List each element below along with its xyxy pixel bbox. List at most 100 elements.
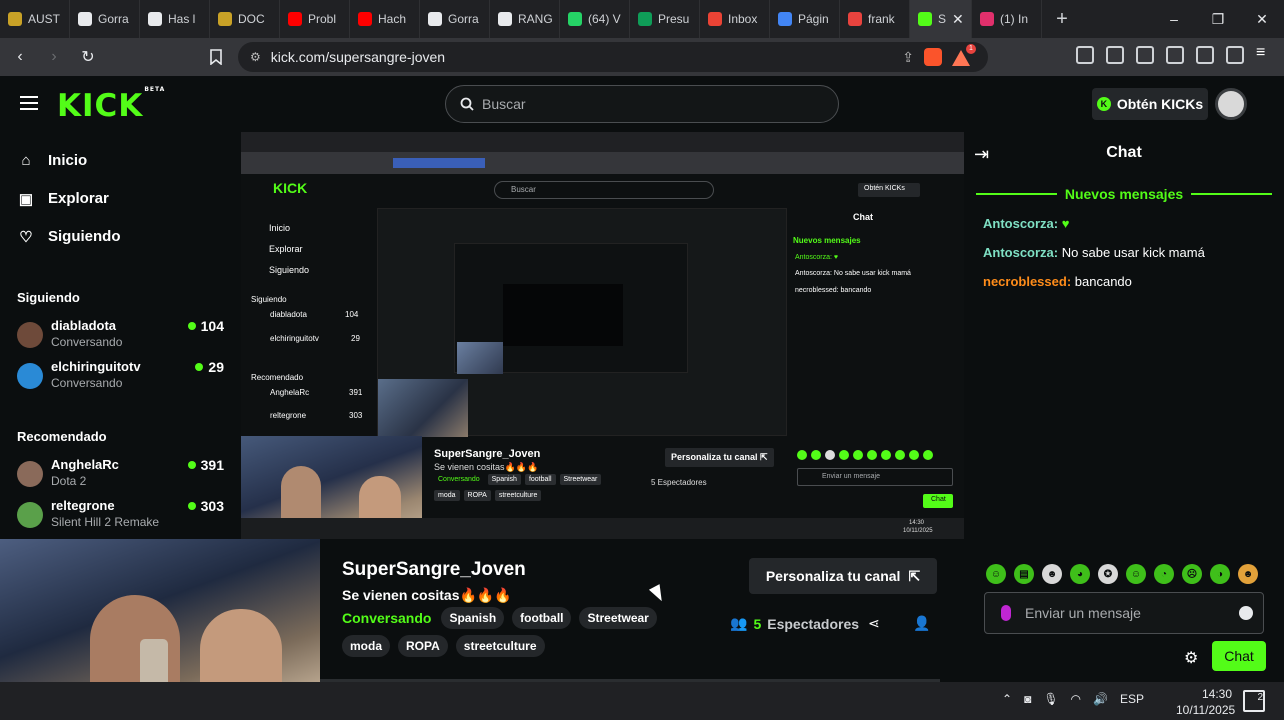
mini-msg: Antoscorza: No sabe usar kick mamá bbox=[795, 270, 911, 277]
language-indicator[interactable]: ESP bbox=[1120, 692, 1144, 706]
sidebar-channel[interactable]: AnghelaRc Dota 2 391 bbox=[17, 457, 227, 493]
browser-tab[interactable]: Hach bbox=[350, 0, 420, 38]
send-chat-button[interactable]: Chat bbox=[1212, 641, 1266, 671]
chat-username[interactable]: necroblessed bbox=[983, 274, 1067, 289]
mini-taskbar: 14:30 10/11/2025 bbox=[241, 518, 964, 539]
clock[interactable]: 14:30 10/11/2025 bbox=[1176, 686, 1235, 718]
browser-tab[interactable]: S ✕ bbox=[910, 0, 972, 38]
site-settings-icon[interactable]: ⚙ bbox=[250, 50, 261, 64]
bookmark-icon[interactable] bbox=[206, 46, 226, 68]
browser-tab[interactable]: frank bbox=[840, 0, 910, 38]
streamer-name[interactable]: SuperSangre_Joven bbox=[342, 559, 526, 581]
emote-icon[interactable]: ☻ bbox=[1042, 564, 1062, 584]
emote-icon[interactable]: ▤ bbox=[1014, 564, 1034, 584]
browser-tab[interactable]: Gorra bbox=[420, 0, 490, 38]
microphone-icon[interactable]: 🎙 bbox=[1043, 692, 1058, 706]
tab-label: Probl bbox=[308, 12, 337, 26]
emoji-picker-icon[interactable] bbox=[1239, 606, 1253, 620]
stream-category[interactable]: Conversando bbox=[342, 610, 431, 626]
emote-icon[interactable]: ✪ bbox=[1098, 564, 1118, 584]
emote-icon[interactable]: ☺ bbox=[1126, 564, 1146, 584]
chat-message: Antoscorza: ♥ bbox=[983, 216, 1070, 231]
mini-chan: elchiringuitotv bbox=[270, 334, 319, 343]
close-window-button[interactable]: ✕ bbox=[1240, 0, 1284, 38]
browser-tab[interactable]: Inbox bbox=[700, 0, 770, 38]
chat-message-input[interactable]: Enviar un mensaje bbox=[984, 592, 1264, 634]
browser-tab[interactable]: (1) In bbox=[972, 0, 1042, 38]
wallet-icon[interactable] bbox=[1166, 46, 1184, 64]
chat-username[interactable]: Antoscorza bbox=[983, 245, 1054, 260]
share-icon[interactable]: ⇪ bbox=[902, 49, 914, 66]
browser-tab[interactable]: Presu bbox=[630, 0, 700, 38]
tab-favicon-icon bbox=[428, 12, 442, 26]
url-bar[interactable]: ⚙ kick.com/supersangre-joven ⇪ 1 bbox=[238, 42, 988, 72]
emote-icon[interactable]: ◕ bbox=[1070, 564, 1090, 584]
tab-favicon-icon bbox=[288, 12, 302, 26]
hamburger-menu-icon[interactable] bbox=[20, 96, 38, 110]
browser-tab[interactable]: (64) V bbox=[560, 0, 630, 38]
user-avatar[interactable] bbox=[1215, 88, 1247, 120]
emote-icon[interactable]: ☺ bbox=[986, 564, 1006, 584]
chevron-up-icon[interactable]: ⌃ bbox=[1002, 692, 1012, 706]
browser-tab[interactable]: DOC bbox=[210, 0, 280, 38]
brave-rewards-icon[interactable]: 1 bbox=[952, 44, 976, 66]
close-tab-icon[interactable]: ✕ bbox=[952, 11, 964, 28]
stream-player[interactable]: KICK Buscar Obtén KICKs Inicio Explorar … bbox=[241, 132, 964, 539]
emote-icon[interactable]: ◑ bbox=[1210, 564, 1230, 584]
tag[interactable]: moda bbox=[342, 635, 391, 657]
chat-username[interactable]: Antoscorza bbox=[983, 216, 1054, 231]
browser-tab[interactable]: Págin bbox=[770, 0, 840, 38]
back-icon[interactable]: ‹ bbox=[6, 43, 34, 71]
mic-icon[interactable] bbox=[1001, 605, 1011, 621]
tag[interactable]: Streetwear bbox=[579, 607, 657, 629]
forward-icon[interactable]: › bbox=[40, 43, 68, 71]
sidebar-item-inicio[interactable]: ⌂ Inicio bbox=[18, 152, 87, 169]
os-taskbar: ⌃ ◙ 🎙 ◠ 🔊 ESP 14:30 10/11/2025 2 bbox=[0, 682, 1284, 720]
chat-settings-icon[interactable]: ⚙ bbox=[1184, 648, 1198, 668]
brave-shields-icon[interactable] bbox=[924, 48, 942, 66]
wifi-icon[interactable]: ◠ bbox=[1071, 692, 1081, 706]
avatar bbox=[17, 461, 43, 487]
sidebar-toggle-icon[interactable] bbox=[1136, 46, 1154, 64]
leo-icon[interactable] bbox=[1196, 46, 1214, 64]
browser-tab[interactable]: AUST bbox=[0, 0, 70, 38]
url-text[interactable]: kick.com/supersangre-joven bbox=[271, 49, 445, 65]
share-stream-icon[interactable]: ⋖ bbox=[868, 615, 880, 632]
kick-logo[interactable]: KICKBETA bbox=[57, 86, 165, 124]
get-kicks-button[interactable]: K Obtén KICKs bbox=[1092, 88, 1208, 120]
camera-icon[interactable]: ◙ bbox=[1024, 692, 1031, 706]
volume-icon[interactable]: 🔊 bbox=[1093, 692, 1108, 706]
maximize-button[interactable]: ❐ bbox=[1196, 0, 1240, 38]
vpn-icon[interactable] bbox=[1226, 46, 1244, 64]
mini-title: Se vienen cositas🔥🔥🔥 bbox=[434, 462, 539, 472]
tab-search-icon[interactable] bbox=[1076, 46, 1094, 64]
browser-tab[interactable]: Gorra bbox=[70, 0, 140, 38]
sidebar-channel[interactable]: elchiringuitotv Conversando 29 bbox=[17, 359, 227, 395]
home-icon: ⌂ bbox=[21, 152, 31, 169]
emote-icon[interactable]: ☹ bbox=[1182, 564, 1202, 584]
menu-icon[interactable]: ≡ bbox=[1256, 45, 1274, 64]
tag[interactable]: ROPA bbox=[398, 635, 448, 657]
tab-label: frank bbox=[868, 12, 895, 26]
new-tab-button[interactable]: + bbox=[1042, 8, 1082, 31]
emote-icon[interactable]: ◔ bbox=[1154, 564, 1174, 584]
tag[interactable]: streetculture bbox=[455, 635, 545, 657]
tag[interactable]: Spanish bbox=[441, 607, 505, 629]
sidebar-channel[interactable]: diabladota Conversando 104 bbox=[17, 318, 227, 354]
viewer-count: 391 bbox=[187, 457, 224, 473]
sidebar-channel[interactable]: reltegrone Silent Hill 2 Remake 303 bbox=[17, 498, 227, 534]
follow-user-icon[interactable]: 👤 bbox=[913, 615, 930, 632]
browser-tab[interactable]: RANG bbox=[490, 0, 560, 38]
browser-tab[interactable]: Probl bbox=[280, 0, 350, 38]
emote-icon[interactable]: ☻ bbox=[1238, 564, 1258, 584]
minimize-button[interactable]: – bbox=[1152, 0, 1196, 38]
notifications-icon[interactable]: 2 bbox=[1243, 690, 1265, 712]
sidebar-item-explorar[interactable]: ▣ Explorar bbox=[18, 190, 109, 208]
sidebar-item-siguiendo[interactable]: ♡ Siguiendo bbox=[18, 228, 120, 246]
customize-channel-button[interactable]: Personaliza tu canal ⇱ bbox=[749, 558, 937, 594]
reload-icon[interactable]: ↻ bbox=[74, 43, 102, 71]
browser-tab[interactable]: Has l bbox=[140, 0, 210, 38]
tag[interactable]: football bbox=[512, 607, 572, 629]
media-icon[interactable] bbox=[1106, 46, 1124, 64]
search-input[interactable]: Buscar bbox=[445, 85, 839, 123]
